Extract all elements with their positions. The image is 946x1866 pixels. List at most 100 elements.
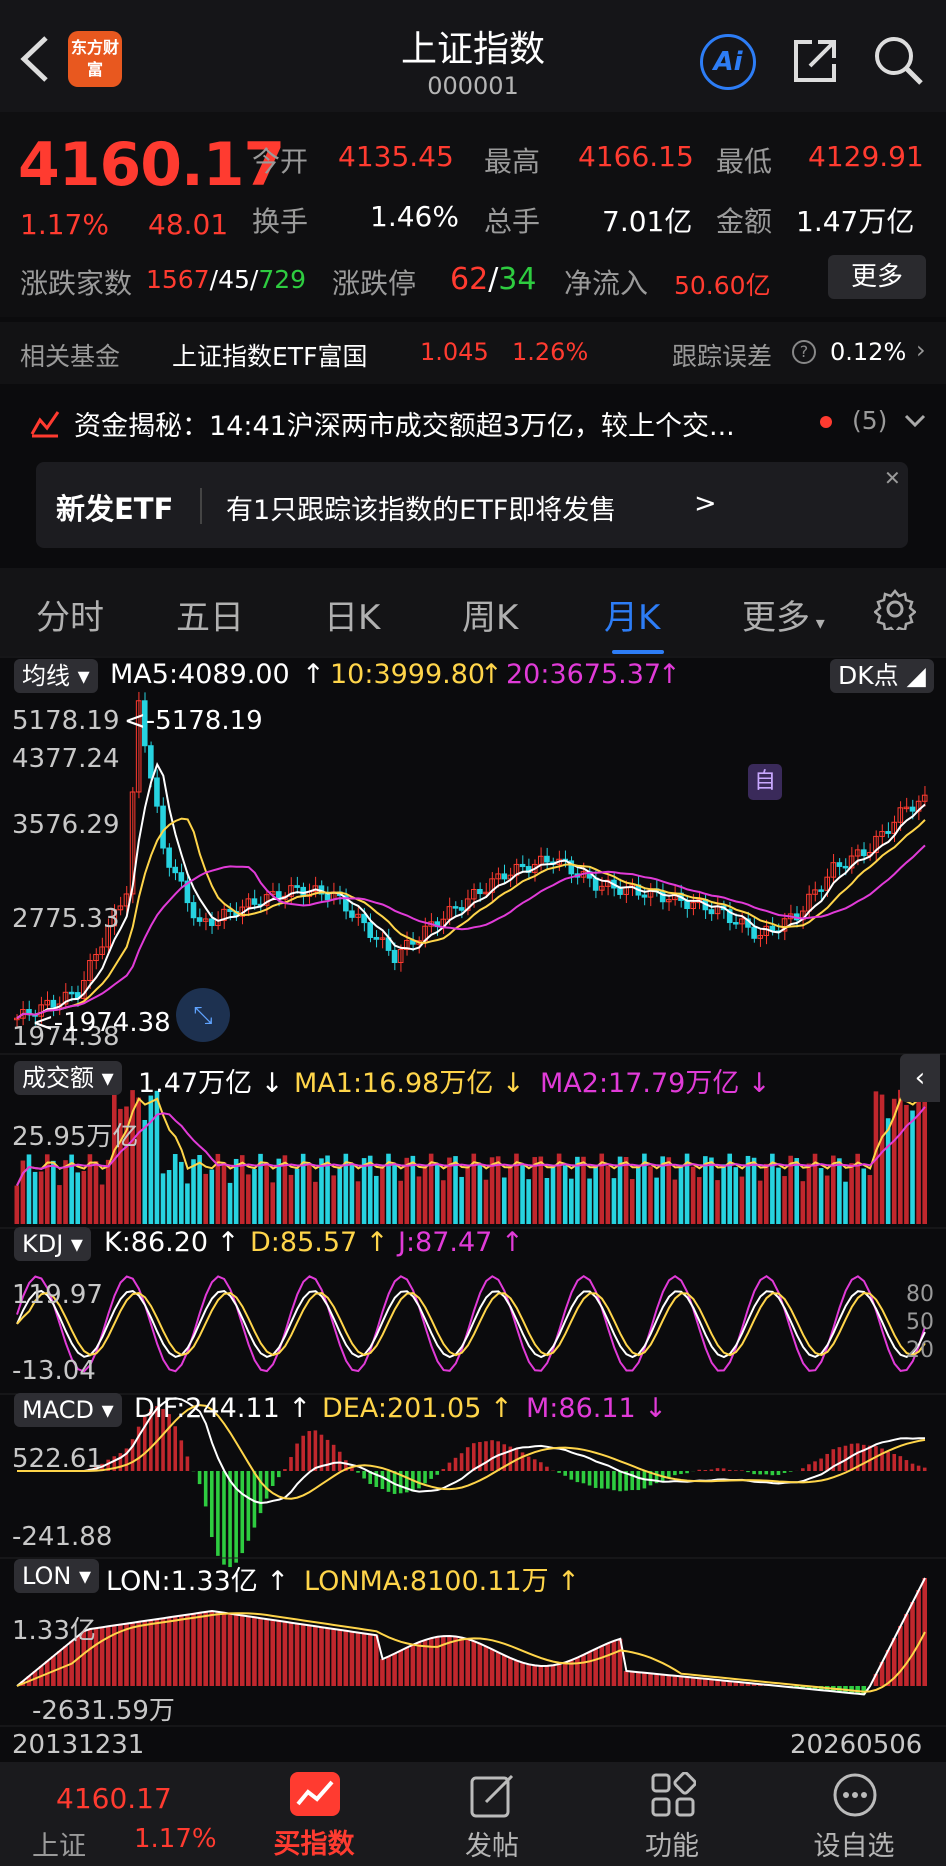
lon-bar: [898, 1626, 903, 1686]
search-icon[interactable]: [872, 34, 924, 86]
macd-bar: [679, 1471, 683, 1475]
new-etf-tag: 新发ETF: [56, 492, 174, 526]
tab-five-day[interactable]: 五日: [176, 590, 244, 639]
post-label[interactable]: 发帖: [432, 1824, 552, 1863]
lon-bar: [331, 1629, 336, 1686]
ma10-value: 10:3999.80: [330, 659, 486, 690]
more-button[interactable]: 更多: [828, 255, 926, 299]
volume-ma1: MA1:16.98万亿 ↓: [294, 1068, 525, 1099]
volume-bar: [361, 1158, 367, 1224]
news-ticker[interactable]: 资金揭秘：14:41沪深两市成交额超3万亿，较上个交...: [74, 404, 735, 443]
macd-bar: [782, 1471, 787, 1473]
macd-bar: [581, 1471, 586, 1484]
more-dots-icon[interactable]: [832, 1772, 878, 1818]
tab-daily[interactable]: 日K: [324, 590, 380, 639]
macd-bar: [557, 1471, 561, 1473]
tab-monthly[interactable]: 月K: [604, 590, 660, 639]
collapse-panel-icon[interactable]: ‹: [900, 1054, 940, 1102]
macd-bar: [740, 1470, 744, 1471]
functions-grid-icon[interactable]: [650, 1772, 696, 1818]
close-icon[interactable]: ✕: [884, 466, 901, 490]
dk-point-button[interactable]: DK点 ◢: [830, 659, 934, 693]
lon-bar: [166, 1617, 172, 1686]
volume-bar: [520, 1165, 525, 1224]
lon-bar: [172, 1616, 178, 1686]
macd-bar: [484, 1441, 488, 1471]
buy-index-label[interactable]: 买指数: [254, 1822, 374, 1861]
lon-bar: [197, 1612, 202, 1686]
volume-ma2: MA2:17.79万亿 ↓: [540, 1068, 771, 1099]
chevron-down-icon[interactable]: [904, 414, 926, 428]
macd-bar: [575, 1471, 580, 1483]
candle-body: [818, 889, 824, 892]
settings-gear-icon[interactable]: [874, 588, 916, 630]
volume-bar: [526, 1179, 531, 1224]
tab-more[interactable]: 更多 ▾: [742, 590, 825, 639]
tab-weekly[interactable]: 周K: [462, 590, 518, 639]
macd-bar: [922, 1467, 927, 1471]
volume-bar: [666, 1157, 672, 1224]
tracking-error-value: 0.12%: [830, 338, 907, 366]
macd-bar: [764, 1471, 769, 1475]
candle-body: [885, 831, 891, 834]
index-mini-name[interactable]: 上证: [32, 1824, 86, 1863]
volume-bar: [885, 1118, 891, 1224]
change-value: 48.01: [148, 208, 229, 241]
lon-bar: [690, 1677, 696, 1686]
tab-intraday[interactable]: 分时: [36, 590, 104, 639]
lon-bar: [654, 1674, 659, 1686]
candle-body: [208, 918, 215, 927]
chevron-right-icon: ›: [916, 336, 926, 364]
kdj-ref-50: 50: [906, 1310, 934, 1335]
index-mini-percent[interactable]: 1.17%: [134, 1824, 217, 1854]
lon-selector[interactable]: LON ▾: [14, 1559, 100, 1593]
volume-bar: [63, 1160, 68, 1224]
candle-body: [349, 910, 355, 918]
buy-index-icon[interactable]: [290, 1772, 340, 1816]
help-icon[interactable]: ?: [792, 340, 816, 364]
volume-bar: [916, 1091, 921, 1224]
lon-bar: [130, 1622, 135, 1686]
candle-body: [477, 889, 483, 895]
ma10-arrow: ↑: [480, 659, 503, 690]
post-edit-icon[interactable]: [468, 1772, 516, 1820]
volume-bar: [867, 1175, 873, 1224]
ma-selector[interactable]: 均线 ▾: [14, 659, 98, 693]
lon-bar: [246, 1616, 251, 1686]
lon-y-bottom: -2631.59万: [32, 1696, 175, 1726]
share-icon[interactable]: [790, 36, 840, 86]
lonma-line: [16, 1612, 926, 1693]
volume-bar: [185, 1183, 190, 1224]
volume-y-label: 25.95万亿: [12, 1122, 139, 1152]
volume-bar: [270, 1182, 276, 1224]
volume-bar: [14, 1185, 20, 1224]
expand-chart-icon[interactable]: ⤡: [176, 988, 230, 1042]
lon-bar: [203, 1611, 208, 1686]
self-select-tag[interactable]: 自: [748, 764, 782, 800]
kdj-selector[interactable]: KDJ ▾: [14, 1227, 91, 1261]
volume-bar: [142, 1119, 148, 1224]
watchlist-label[interactable]: 设自选: [794, 1824, 914, 1863]
volume-selector[interactable]: 成交额 ▾: [14, 1061, 122, 1095]
index-mini-price[interactable]: 4160.17: [56, 1782, 172, 1815]
volume-bar: [739, 1176, 745, 1224]
lon-bar: [562, 1662, 568, 1686]
functions-label[interactable]: 功能: [612, 1824, 732, 1863]
lon-bar: [648, 1673, 653, 1686]
volume-bar: [380, 1167, 385, 1224]
volume-bar: [672, 1179, 678, 1224]
volume-bar: [489, 1157, 495, 1224]
ma5-arrow: ↑: [302, 659, 325, 690]
candle-body: [641, 894, 648, 898]
ai-assistant-icon[interactable]: Ai: [700, 34, 756, 90]
macd-selector[interactable]: MACD ▾: [14, 1393, 122, 1427]
lon-bar: [501, 1655, 507, 1686]
lon-bar: [105, 1626, 111, 1686]
candle-body: [860, 849, 867, 857]
candle-body: [617, 887, 623, 895]
x-axis-end: 20260506: [790, 1730, 923, 1760]
amount-value: 1.47万亿: [796, 205, 915, 238]
volume-bar: [904, 1104, 909, 1224]
fund-name: 上证指数ETF富国: [172, 342, 368, 371]
lon-bar: [300, 1624, 306, 1686]
